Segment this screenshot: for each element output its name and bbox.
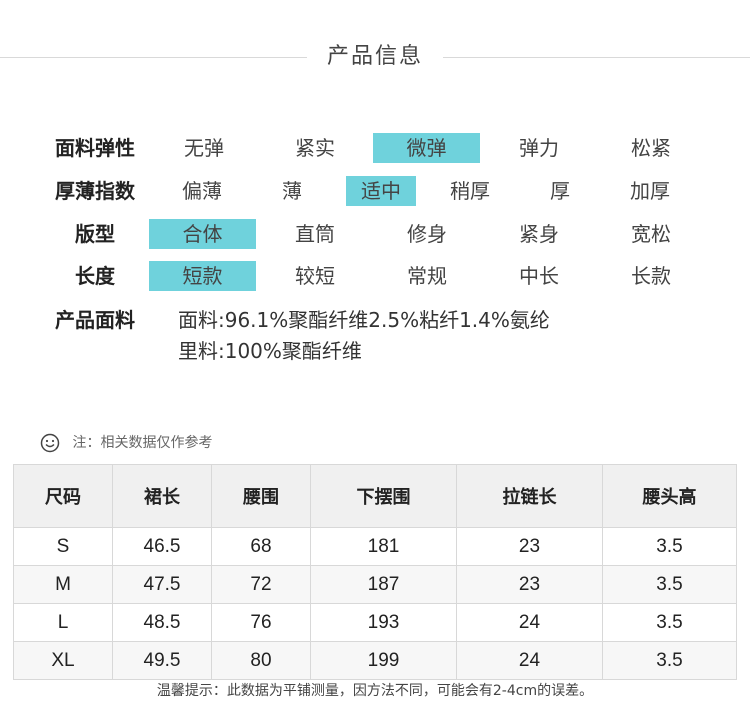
table-cell: 47.5 bbox=[112, 565, 212, 604]
table-row: S 46.5 68 181 23 3.5 bbox=[13, 527, 737, 566]
table-cell: 76 bbox=[211, 603, 311, 642]
table-cell: 3.5 bbox=[602, 527, 737, 566]
table-cell: S bbox=[13, 527, 113, 566]
table-header-row: 尺码 裙长 腰围 下摆围 拉链长 腰头高 bbox=[13, 464, 737, 528]
table-cell: 187 bbox=[310, 565, 457, 604]
attr-option: 常规 bbox=[407, 264, 447, 288]
attr-option: 修身 bbox=[407, 222, 447, 246]
attr-option-selected: 合体 bbox=[149, 219, 256, 249]
reference-note: 注：相关数据仅作参考 bbox=[40, 432, 212, 454]
table-cell: 3.5 bbox=[602, 641, 737, 680]
attr-option: 偏薄 bbox=[182, 179, 222, 203]
attr-option: 厚 bbox=[550, 179, 570, 203]
table-row: XL 49.5 80 199 24 3.5 bbox=[13, 641, 737, 680]
table-cell: 181 bbox=[310, 527, 457, 566]
attr-option: 宽松 bbox=[631, 222, 671, 246]
table-cell: 48.5 bbox=[112, 603, 212, 642]
attr-option: 紧实 bbox=[295, 136, 335, 160]
attr-row-fit: 版型 合体 直筒 修身 紧身 宽松 bbox=[0, 218, 750, 250]
header-hem: 下摆围 bbox=[310, 464, 457, 528]
attr-row-thickness: 厚薄指数 偏薄 薄 适中 稍厚 厚 加厚 bbox=[0, 175, 750, 207]
attr-row-length: 长度 短款 较短 常规 中长 长款 bbox=[0, 260, 750, 292]
attr-option: 较短 bbox=[295, 264, 335, 288]
size-table: 尺码 裙长 腰围 下摆围 拉链长 腰头高 S 46.5 68 181 23 3.… bbox=[13, 464, 737, 680]
attr-option-selected: 短款 bbox=[149, 261, 256, 291]
table-row: M 47.5 72 187 23 3.5 bbox=[13, 565, 737, 604]
table-cell: 23 bbox=[456, 565, 603, 604]
page-title: 产品信息 bbox=[326, 44, 423, 69]
attr-option: 薄 bbox=[282, 179, 302, 203]
table-cell: 68 bbox=[211, 527, 311, 566]
divider-right bbox=[443, 57, 750, 58]
attr-option: 稍厚 bbox=[450, 179, 490, 203]
attr-option: 紧身 bbox=[519, 222, 559, 246]
attr-option-selected: 微弹 bbox=[373, 133, 480, 163]
table-cell: 46.5 bbox=[112, 527, 212, 566]
attr-label: 厚薄指数 bbox=[55, 179, 135, 203]
divider-left bbox=[0, 57, 307, 58]
attr-label: 产品面料 bbox=[55, 308, 135, 332]
fabric-line-lining: 里料:100%聚酯纤维 bbox=[178, 339, 362, 363]
table-cell: 3.5 bbox=[602, 603, 737, 642]
table-cell: L bbox=[13, 603, 113, 642]
table-cell: 72 bbox=[211, 565, 311, 604]
header-waist: 腰围 bbox=[211, 464, 311, 528]
table-cell: 49.5 bbox=[112, 641, 212, 680]
attr-option: 直筒 bbox=[295, 222, 335, 246]
attr-label: 长度 bbox=[75, 264, 115, 288]
table-row: L 48.5 76 193 24 3.5 bbox=[13, 603, 737, 642]
attr-option: 中长 bbox=[519, 264, 559, 288]
measurement-footnote: 温馨提示：此数据为平铺测量，因方法不同，可能会有2-4cm的误差。 bbox=[156, 683, 594, 699]
table-cell: 193 bbox=[310, 603, 457, 642]
attr-label: 版型 bbox=[75, 222, 115, 246]
smile-icon bbox=[40, 433, 60, 453]
attr-row-elasticity: 面料弹性 无弹 紧实 微弹 弹力 松紧 bbox=[0, 132, 750, 164]
header-skirt-length: 裙长 bbox=[112, 464, 212, 528]
header-size: 尺码 bbox=[13, 464, 113, 528]
attr-option: 松紧 bbox=[631, 136, 671, 160]
table-cell: 24 bbox=[456, 603, 603, 642]
table-cell: 24 bbox=[456, 641, 603, 680]
attr-option: 无弹 bbox=[184, 136, 224, 160]
attr-option-selected: 适中 bbox=[346, 176, 416, 206]
table-cell: M bbox=[13, 565, 113, 604]
table-cell: 80 bbox=[211, 641, 311, 680]
table-cell: 23 bbox=[456, 527, 603, 566]
table-cell: 3.5 bbox=[602, 565, 737, 604]
note-text: 注：相关数据仅作参考 bbox=[72, 435, 213, 451]
attr-option: 长款 bbox=[631, 264, 671, 288]
page-title-wrap: 产品信息 bbox=[0, 40, 750, 74]
fabric-line-outer: 面料:96.1%聚酯纤维2.5%粘纤1.4%氨纶 bbox=[178, 308, 550, 332]
header-waistband-height: 腰头高 bbox=[602, 464, 737, 528]
table-cell: XL bbox=[13, 641, 113, 680]
attr-option: 弹力 bbox=[519, 136, 559, 160]
header-zipper-length: 拉链长 bbox=[456, 464, 603, 528]
attr-option: 加厚 bbox=[630, 179, 670, 203]
attr-label: 面料弹性 bbox=[55, 136, 135, 160]
table-cell: 199 bbox=[310, 641, 457, 680]
